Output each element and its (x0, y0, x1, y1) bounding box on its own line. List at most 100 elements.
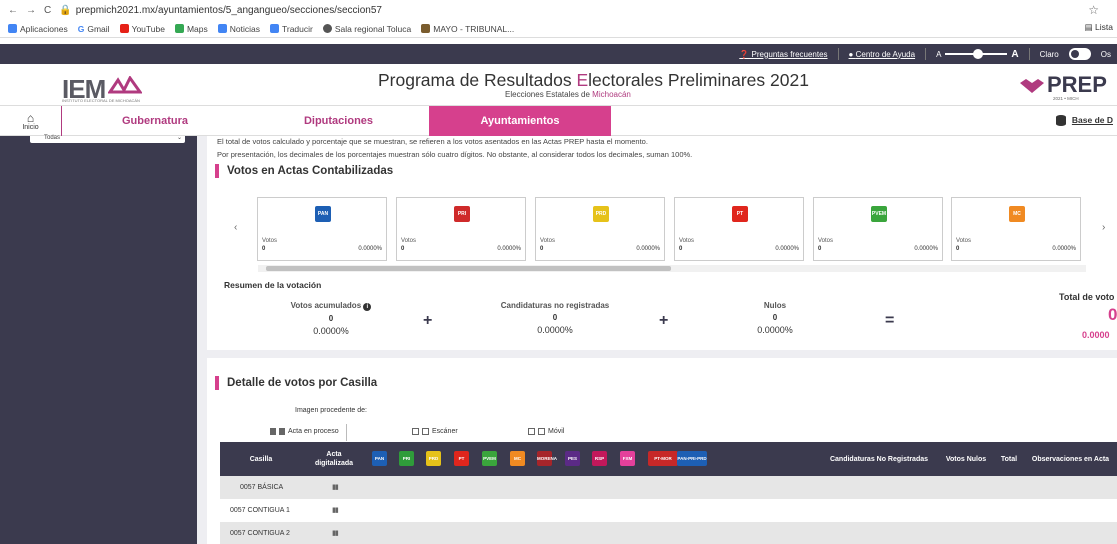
casilla-name: 0057 BÁSICA (240, 484, 284, 491)
votes-value: 0 (818, 246, 822, 252)
reload-icon[interactable]: C (44, 5, 51, 16)
votes-label: Votos (401, 238, 417, 244)
help-center-link[interactable]: ● Centro de Ayuda (849, 50, 916, 59)
votes-value: 0 (679, 246, 683, 252)
slider-track[interactable] (945, 49, 1008, 59)
party-logo-icon: PRI (454, 206, 470, 222)
acta-icon[interactable]: ▮▮ (332, 483, 339, 491)
table-row[interactable]: 0057 CONTIGUA 1 ▮▮ (220, 499, 1117, 522)
party-logo-icon: PAN-PRI-PRD (677, 451, 707, 466)
bookmark-apps[interactable]: Aplicaciones (8, 24, 68, 34)
bookmark-noticias[interactable]: Noticias (217, 24, 260, 34)
site-header: IEM INSTITUTO ELECTORAL DE MICHOACÁN Pro… (0, 64, 1117, 106)
acta-icon[interactable]: ▮▮ (332, 506, 339, 514)
legend-movil: Móvil (528, 428, 564, 435)
note-line-2: Por presentación, los decimales de los p… (217, 150, 693, 159)
votes-value: 0 (540, 246, 544, 252)
info-icon[interactable]: i (363, 303, 372, 311)
sidebar (0, 136, 197, 544)
votes-percent: 0.0000% (775, 246, 799, 252)
home-button[interactable]: ⌂ Inicio (0, 106, 62, 136)
votes-label: Votos (540, 238, 556, 244)
total-votos-label: Total de voto (1059, 292, 1115, 302)
theme-toggle[interactable] (1068, 48, 1091, 60)
th-total[interactable]: Total (994, 442, 1024, 476)
party-card: PVEM Votos 0 0.0000% (813, 197, 943, 261)
bookmark-sala-regional[interactable]: Sala regional Toluca (322, 24, 411, 34)
iem-subtitle: INSTITUTO ELECTORAL DE MICHOACÁN (62, 98, 140, 103)
document-icon (270, 428, 276, 435)
filter-select[interactable]: Todas ⌄ (30, 135, 185, 143)
bookmark-gmail[interactable]: G Gmail (78, 24, 110, 34)
main-nav: ⌂ Inicio Gubernatura Diputaciones Ayunta… (0, 106, 1117, 136)
tab-diputaciones[interactable]: Diputaciones (248, 106, 429, 136)
back-icon[interactable]: ← (8, 5, 18, 16)
th-casilla[interactable]: Casilla (220, 442, 302, 476)
candidaturas-no-registradas: Candidaturas no registradas 0 0.0000% (500, 301, 610, 335)
reading-list[interactable]: ▤ Lista (1085, 22, 1113, 33)
votes-value: 0 (401, 246, 405, 252)
divider (925, 48, 927, 60)
globe-icon (322, 24, 332, 33)
votes-label: Votos (679, 238, 695, 244)
votes-value: 0 (956, 246, 960, 252)
acta-icon[interactable]: ▮▮ (332, 529, 339, 537)
votes-label: Votos (262, 238, 278, 244)
plus-icon: + (423, 312, 433, 329)
carousel-next-icon[interactable]: › (1102, 222, 1105, 233)
bookmark-star-icon[interactable]: ☆ (1088, 3, 1099, 17)
total-votos-pct: 0.0000 (1082, 330, 1110, 340)
party-logo-icon: PT-MOR (648, 451, 678, 466)
image-origin-label: Imagen procedente de: (295, 407, 367, 414)
forward-icon[interactable]: → (26, 5, 36, 16)
bookmark-tribunal[interactable]: MAYO - TRIBUNAL... (421, 24, 514, 34)
equals-icon: = (885, 312, 895, 329)
votos-acumulados: Votos acumulados i 0 0.0000% (266, 301, 396, 336)
maps-icon (174, 24, 184, 33)
slider-knob[interactable] (973, 49, 984, 59)
iem-hands-icon (108, 76, 142, 94)
bookmark-traducir[interactable]: Traducir (270, 24, 313, 34)
carousel-scrollbar[interactable] (258, 265, 1086, 272)
th-votos-nulos[interactable]: Votos Nulos (938, 442, 994, 476)
votes-percent: 0.0000% (914, 246, 938, 252)
party-card: PAN Votos 0 0.0000% (257, 197, 387, 261)
votes-percent: 0.0000% (358, 246, 382, 252)
votes-label: Votos (818, 238, 834, 244)
font-size-slider[interactable]: A A (936, 49, 1019, 60)
table-header: Casilla Acta digitalizada PAN PRI PRD PT PVEM… (220, 442, 1117, 476)
theme-dark-label: Os (1100, 49, 1111, 59)
news-icon (217, 24, 227, 33)
party-card: MC Votos 0 0.0000% (951, 197, 1081, 261)
bookmark-maps[interactable]: Maps (174, 24, 208, 34)
note-line-1: El total de votos calculado y porcentaje… (217, 137, 648, 146)
database-link[interactable]: Base de D (1055, 114, 1113, 126)
party-logo-icon: PVEM (482, 451, 497, 466)
scrollbar-thumb[interactable] (266, 266, 671, 271)
table-row[interactable]: 0057 CONTIGUA 2 ▮▮ (220, 522, 1117, 544)
th-no-registradas[interactable]: Candidaturas No Registradas (820, 442, 938, 476)
prep-logo[interactable]: PREP (1047, 72, 1107, 98)
tab-ayuntamientos[interactable]: Ayuntamientos (429, 106, 611, 136)
votes-percent: 0.0000% (497, 246, 521, 252)
casilla-name: 0057 CONTIGUA 1 (230, 507, 290, 514)
casilla-name: 0057 CONTIGUA 2 (230, 530, 290, 537)
legend-acta-proceso: Acta en proceso (270, 428, 339, 435)
tribunal-icon (421, 24, 431, 33)
carousel-prev-icon[interactable]: ‹ (234, 222, 237, 233)
address-bar[interactable]: 🔒 prepmich2021.mx/ayuntamientos/5_angang… (59, 5, 382, 16)
th-acta[interactable]: Acta digitalizada (302, 442, 366, 476)
th-observaciones[interactable]: Observaciones en Acta (1024, 442, 1117, 476)
party-logo-icon: PRD (426, 451, 441, 466)
party-card: PT Votos 0 0.0000% (674, 197, 804, 261)
votes-percent: 0.0000% (636, 246, 660, 252)
tab-gubernatura[interactable]: Gubernatura (62, 106, 248, 136)
faq-link[interactable]: ❓ Preguntas frecuentes (739, 50, 827, 59)
party-logo-icon: MC (1009, 206, 1025, 222)
bookmark-youtube[interactable]: YouTube (119, 24, 165, 34)
votos-nulos: Nulos 0 0.0000% (757, 301, 793, 335)
printer-icon (422, 428, 429, 435)
google-icon: G (77, 23, 85, 34)
theme-label: Claro (1039, 49, 1059, 59)
table-row[interactable]: 0057 BÁSICA ▮▮ (220, 476, 1117, 499)
